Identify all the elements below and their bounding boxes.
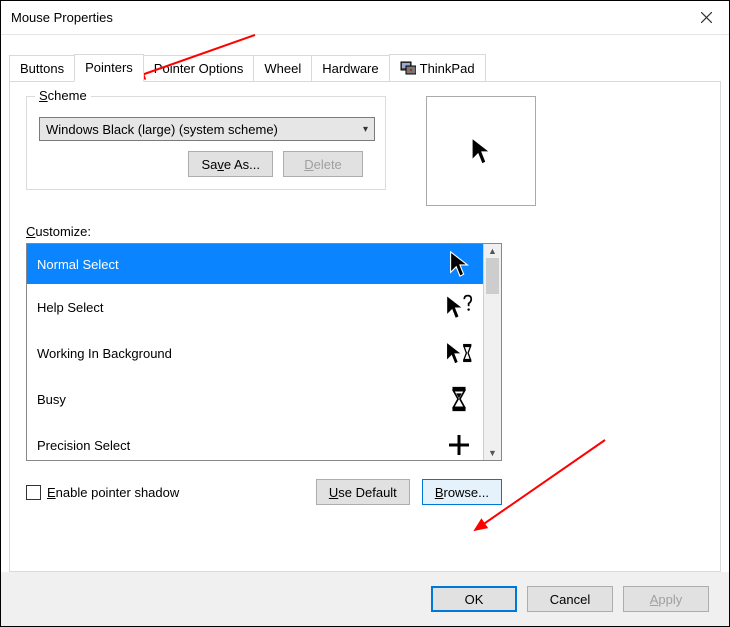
tab-pointers[interactable]: Pointers xyxy=(74,54,144,82)
scheme-legend: Scheme xyxy=(35,88,91,103)
apply-button[interactable]: Apply xyxy=(623,586,709,612)
thinkpad-icon xyxy=(400,60,416,76)
save-as-button[interactable]: Save As... xyxy=(188,151,273,177)
delete-button[interactable]: Delete xyxy=(283,151,363,177)
list-item-busy[interactable]: Busy xyxy=(27,376,483,422)
window-title: Mouse Properties xyxy=(11,10,113,25)
cursor-working-icon xyxy=(445,339,473,367)
tab-panel-pointers: Scheme Windows Black (large) (system sch… xyxy=(9,81,721,572)
scroll-down-icon[interactable]: ▼ xyxy=(484,446,501,460)
cursor-busy-icon xyxy=(445,385,473,413)
list-item-working-background[interactable]: Working In Background xyxy=(27,330,483,376)
customize-listbox[interactable]: Normal Select Help Select xyxy=(26,243,502,461)
browse-button[interactable]: Browse... xyxy=(422,479,502,505)
close-icon xyxy=(701,12,712,23)
tab-pointer-options[interactable]: Pointer Options xyxy=(143,55,255,82)
list-item-help-select[interactable]: Help Select xyxy=(27,284,483,330)
ok-button[interactable]: OK xyxy=(431,586,517,612)
tab-buttons[interactable]: Buttons xyxy=(9,55,75,82)
cursor-help-icon xyxy=(445,293,473,321)
titlebar: Mouse Properties xyxy=(1,1,729,35)
tab-thinkpad[interactable]: ThinkPad xyxy=(389,54,486,82)
scheme-group: Scheme Windows Black (large) (system sch… xyxy=(26,96,386,190)
use-default-button[interactable]: Use Default xyxy=(316,479,410,505)
list-item-precision-select[interactable]: Precision Select xyxy=(27,422,483,460)
customize-label: Customize: xyxy=(26,224,704,239)
cursor-arrow-icon xyxy=(470,136,492,166)
checkbox-box-icon xyxy=(26,485,41,500)
enable-pointer-shadow-checkbox[interactable]: Enable pointer shadow xyxy=(26,485,179,500)
chevron-down-icon: ▾ xyxy=(363,124,368,135)
pointer-preview xyxy=(426,96,536,206)
tab-wheel[interactable]: Wheel xyxy=(253,55,312,82)
tabstrip: Buttons Pointers Pointer Options Wheel H… xyxy=(1,35,729,81)
close-button[interactable] xyxy=(683,1,729,35)
mouse-properties-dialog: Mouse Properties Buttons Pointers Pointe… xyxy=(0,0,730,627)
cursor-precision-icon xyxy=(445,433,473,457)
dialog-button-bar: OK Cancel Apply xyxy=(1,572,729,626)
scheme-selected-value: Windows Black (large) (system scheme) xyxy=(46,122,278,137)
scrollbar[interactable]: ▲ ▼ xyxy=(483,244,501,460)
tab-hardware[interactable]: Hardware xyxy=(311,55,389,82)
scroll-thumb[interactable] xyxy=(486,258,499,294)
cursor-arrow-icon xyxy=(445,250,473,278)
list-items: Normal Select Help Select xyxy=(27,244,483,460)
cancel-button[interactable]: Cancel xyxy=(527,586,613,612)
scheme-combobox[interactable]: Windows Black (large) (system scheme) ▾ xyxy=(39,117,375,141)
list-item-normal-select[interactable]: Normal Select xyxy=(27,244,483,284)
scroll-up-icon[interactable]: ▲ xyxy=(484,244,501,258)
